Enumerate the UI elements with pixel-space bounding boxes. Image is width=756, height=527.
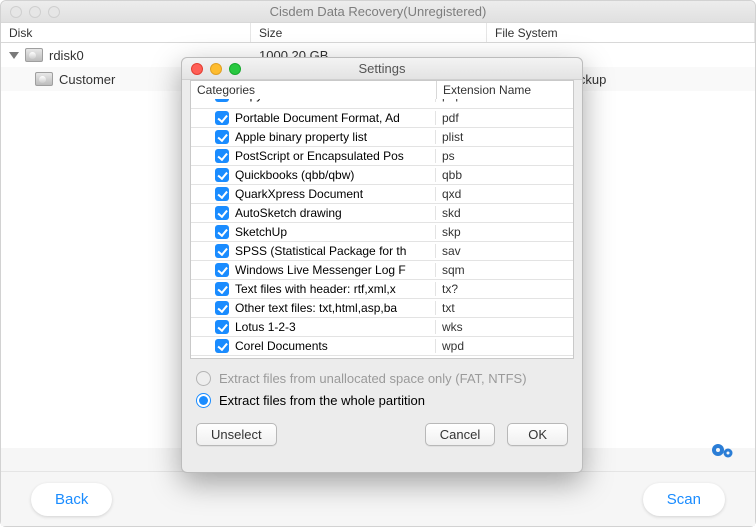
- filetype-row[interactable]: Windows Live Messenger Log F sqm: [191, 261, 573, 280]
- cancel-button[interactable]: Cancel: [425, 423, 495, 446]
- filetype-row[interactable]: Apple binary property list plist: [191, 128, 573, 147]
- disk-table-header: Disk Size File System: [1, 23, 755, 43]
- disk-icon: [35, 72, 53, 86]
- ok-button[interactable]: OK: [507, 423, 568, 446]
- filetype-row[interactable]: Corel Documents wpd: [191, 337, 573, 356]
- back-button[interactable]: Back: [31, 483, 112, 516]
- checkbox-icon[interactable]: [215, 168, 229, 182]
- radio-unallocated: Extract files from unallocated space onl…: [196, 367, 568, 389]
- radio-label: Extract files from unallocated space onl…: [219, 371, 527, 386]
- filetype-row[interactable]: SketchUp skp: [191, 223, 573, 242]
- close-icon[interactable]: [10, 6, 22, 18]
- minimize-icon[interactable]: [29, 6, 41, 18]
- filetype-row[interactable]: Lotus 1-2-3 wks: [191, 318, 573, 337]
- unselect-button[interactable]: Unselect: [196, 423, 277, 446]
- minimize-icon[interactable]: [210, 63, 222, 75]
- filetype-ext: tx?: [436, 282, 573, 296]
- filetype-label: AutoSketch drawing: [235, 206, 342, 220]
- filetype-ext: pdf: [436, 111, 573, 125]
- window-title: Cisdem Data Recovery(Unregistered): [1, 1, 755, 23]
- col-filesystem[interactable]: File System: [487, 23, 755, 42]
- filetype-label: Quickbooks (qbb/qbw): [235, 168, 354, 182]
- filetype-ext: qbb: [436, 168, 573, 182]
- filetype-row[interactable]: PostScript or Encapsulated Pos ps: [191, 147, 573, 166]
- filetype-label: Windows Live Messenger Log F: [235, 263, 406, 277]
- dialog-buttons: Unselect Cancel OK: [182, 415, 582, 446]
- filetype-label: Text files with header: rtf,xml,x: [235, 282, 396, 296]
- filetype-label: Portable Document Format, Ad: [235, 111, 400, 125]
- filetype-ext: sqm: [436, 263, 573, 277]
- filetype-ext: txt: [436, 301, 573, 315]
- col-disk[interactable]: Disk: [1, 23, 251, 42]
- col-size[interactable]: Size: [251, 23, 487, 42]
- bottom-bar: Back Scan: [1, 471, 755, 526]
- radio-label: Extract files from the whole partition: [219, 393, 425, 408]
- checkbox-icon[interactable]: [215, 149, 229, 163]
- filetype-row[interactable]: Portable Document Format, Ad pdf: [191, 109, 573, 128]
- filetype-row[interactable]: Quickbooks (qbb/qbw) qbb: [191, 166, 573, 185]
- zoom-icon[interactable]: [48, 6, 60, 18]
- main-titlebar: Cisdem Data Recovery(Unregistered): [1, 1, 755, 23]
- dialog-title: Settings: [182, 58, 582, 80]
- disk-icon: [25, 48, 43, 62]
- categories-header: Categories Extension Name: [190, 80, 574, 99]
- checkbox-icon[interactable]: [215, 206, 229, 220]
- filetype-row[interactable]: Text files with header: rtf,xml,x tx?: [191, 280, 573, 299]
- disclosure-triangle-icon[interactable]: [9, 52, 19, 59]
- radio-icon: [196, 371, 211, 386]
- filetype-ext: qxd: [436, 187, 573, 201]
- filetype-label: Other text files: txt,html,asp,ba: [235, 301, 397, 315]
- filetype-label: QuarkXpress Document: [235, 187, 363, 201]
- checkbox-icon[interactable]: [215, 263, 229, 277]
- filetype-row[interactable]: AutoSketch drawing skd: [191, 204, 573, 223]
- filetype-ext: plist: [436, 130, 573, 144]
- checkbox-icon[interactable]: [215, 187, 229, 201]
- filetype-ext: wks: [436, 320, 573, 334]
- checkbox-icon[interactable]: [215, 282, 229, 296]
- settings-gear-icon[interactable]: [711, 441, 735, 464]
- filetype-label: SPSS (Statistical Package for th: [235, 244, 406, 258]
- checkbox-icon[interactable]: [215, 244, 229, 258]
- filetype-ext: pap: [436, 99, 573, 102]
- checkbox-icon[interactable]: [215, 225, 229, 239]
- checkbox-icon[interactable]: [215, 301, 229, 315]
- disk-name: rdisk0: [49, 48, 84, 63]
- col-extension[interactable]: Extension Name: [437, 81, 573, 99]
- filetype-row[interactable]: Papyrus word file pap: [191, 99, 573, 109]
- radio-whole-partition[interactable]: Extract files from the whole partition: [196, 389, 568, 411]
- settings-dialog: Settings Categories Extension Name Papyr…: [181, 57, 583, 473]
- filetype-row[interactable]: Other text files: txt,html,asp,ba txt: [191, 299, 573, 318]
- filetype-label: SketchUp: [235, 225, 287, 239]
- filetype-ext: ps: [436, 149, 573, 163]
- filetype-ext: skd: [436, 206, 573, 220]
- main-window: Cisdem Data Recovery(Unregistered) Disk …: [0, 0, 756, 527]
- checkbox-icon[interactable]: [215, 99, 229, 102]
- checkbox-icon[interactable]: [215, 339, 229, 353]
- extract-options: Extract files from unallocated space onl…: [182, 359, 582, 415]
- checkbox-icon[interactable]: [215, 111, 229, 125]
- filetype-label: Apple binary property list: [235, 130, 367, 144]
- filetype-label: PostScript or Encapsulated Pos: [235, 149, 404, 163]
- scan-button[interactable]: Scan: [643, 483, 725, 516]
- volume-name: Customer: [59, 72, 115, 87]
- col-categories[interactable]: Categories: [191, 81, 437, 99]
- zoom-icon[interactable]: [229, 63, 241, 75]
- dialog-titlebar: Settings: [182, 58, 582, 80]
- filetype-ext: sav: [436, 244, 573, 258]
- filetype-ext: skp: [436, 225, 573, 239]
- filetype-list[interactable]: Papyrus word file pap Portable Document Fo…: [190, 99, 574, 359]
- checkbox-icon[interactable]: [215, 130, 229, 144]
- filetype-label: Lotus 1-2-3: [235, 320, 296, 334]
- filetype-ext: wpd: [436, 339, 573, 353]
- filetype-row[interactable]: QuarkXpress Document qxd: [191, 185, 573, 204]
- checkbox-icon[interactable]: [215, 320, 229, 334]
- filetype-label: Papyrus word file: [235, 99, 327, 102]
- filetype-label: Corel Documents: [235, 339, 328, 353]
- radio-icon[interactable]: [196, 393, 211, 408]
- close-icon[interactable]: [191, 63, 203, 75]
- filetype-row[interactable]: SPSS (Statistical Package for th sav: [191, 242, 573, 261]
